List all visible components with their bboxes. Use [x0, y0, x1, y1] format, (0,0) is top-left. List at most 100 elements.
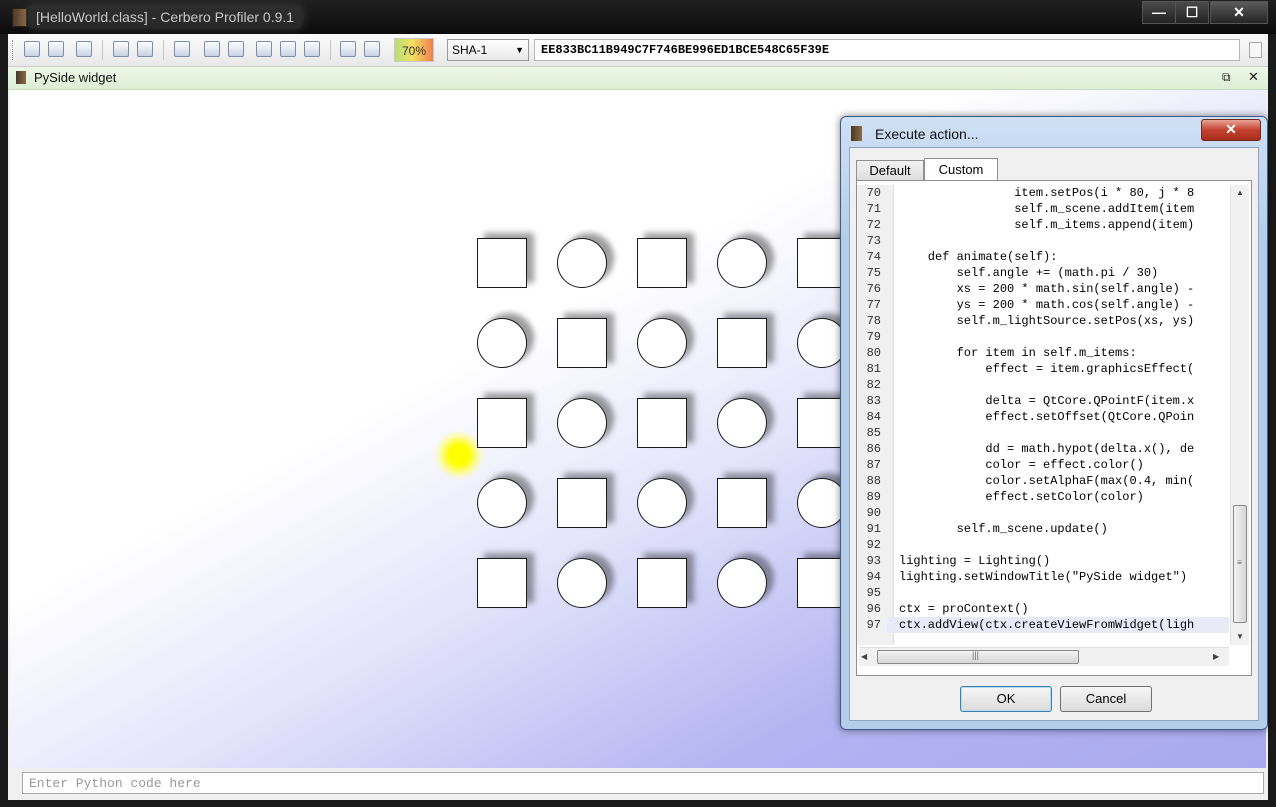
python-code-input[interactable]: Enter Python code here [22, 772, 1264, 794]
circle-shape [717, 558, 767, 608]
code-editor[interactable]: 70 item.setPos(i * 80, j * 8 71 self.m_sc… [857, 185, 1229, 645]
tab-default[interactable]: Default [856, 160, 924, 180]
code-line: 77 ys = 200 * math.cos(self.angle) - [857, 297, 1229, 313]
code-text: def animate(self): [899, 250, 1058, 264]
settings-gear-icon[interactable] [113, 41, 129, 57]
line-number: 72 [857, 217, 887, 233]
minimize-button[interactable]: — [1142, 1, 1176, 24]
cancel-button[interactable]: Cancel [1060, 686, 1152, 712]
ok-button[interactable]: OK [960, 686, 1052, 712]
code-line: 81 effect = item.graphicsEffect( [857, 361, 1229, 377]
save-icon[interactable] [48, 41, 64, 57]
scroll-up-icon[interactable]: ▲ [1231, 185, 1249, 201]
window-title: [HelloWorld.class] - Cerbero Profiler 0.… [28, 6, 303, 28]
export-icon[interactable] [76, 41, 92, 57]
line-number: 80 [857, 345, 887, 361]
line-number: 91 [857, 521, 887, 537]
vertical-scrollbar[interactable]: ▲ ≡ ▼ [1230, 185, 1249, 645]
maximize-button[interactable]: ☐ [1175, 1, 1209, 24]
code-text: ctx.addView(ctx.createViewFromWidget(lig… [899, 618, 1195, 632]
line-number: 92 [857, 537, 887, 553]
toolbar-separator [102, 40, 103, 60]
line-number: 87 [857, 457, 887, 473]
scroll-down-icon[interactable]: ▼ [1231, 629, 1249, 645]
tools-icon[interactable] [137, 41, 153, 57]
code-line: 82 [857, 377, 1229, 393]
toolbar-separator [163, 40, 164, 60]
window-layout-icon[interactable] [174, 41, 190, 57]
scroll-right-icon[interactable]: ▶ [1213, 649, 1219, 665]
horizontal-scroll-thumb[interactable]: ||| [877, 650, 1079, 664]
tab-custom[interactable]: Custom [924, 158, 998, 180]
refresh-layout-icon[interactable] [228, 41, 244, 57]
zoom-level[interactable]: 70% [394, 38, 434, 62]
square-shape [717, 478, 767, 528]
horizontal-scrollbar[interactable]: ◀ ||| ▶ [859, 647, 1229, 666]
code-line: 79 [857, 329, 1229, 345]
remove-view-icon[interactable] [304, 41, 320, 57]
edit-script-icon[interactable] [364, 41, 380, 57]
square-shape [477, 558, 527, 608]
code-line: 71 self.m_scene.addItem(item [857, 201, 1229, 217]
code-line: 88 color.setAlphaF(max(0.4, min( [857, 473, 1229, 489]
line-number: 76 [857, 281, 887, 297]
line-number: 94 [857, 569, 887, 585]
code-line: 72 self.m_items.append(item) [857, 217, 1229, 233]
grip-icon: ||| [972, 650, 980, 660]
float-widget-icon[interactable]: ⧉ [1222, 70, 1231, 85]
vertical-scroll-thumb[interactable]: ≡ [1233, 505, 1247, 623]
circle-shape [637, 318, 687, 368]
close-window-button[interactable]: ✕ [1210, 1, 1268, 24]
widget-title: PySide widget [34, 70, 117, 85]
hash-algorithm-select[interactable]: SHA-1 ▼ [447, 39, 529, 61]
python-script-icon[interactable] [340, 41, 356, 57]
scroll-left-icon[interactable]: ◀ [861, 649, 867, 665]
title-bar: [HelloWorld.class] - Cerbero Profiler 0.… [0, 0, 1276, 34]
square-shape [637, 398, 687, 448]
code-line: 86 dd = math.hypot(delta.x(), de [857, 441, 1229, 457]
toolbar: 70% SHA-1 ▼ EE833BC11B949C7F746BE996ED1B… [8, 34, 1268, 67]
chevron-down-icon: ▼ [515, 45, 524, 55]
line-number: 95 [857, 585, 887, 601]
code-text: self.angle += (math.pi / 30) [899, 266, 1159, 280]
code-text: self.m_scene.update() [899, 522, 1108, 536]
dialog-close-button[interactable]: ✕ [1201, 119, 1261, 141]
code-text: self.m_scene.addItem(item [899, 202, 1195, 216]
line-number: 88 [857, 473, 887, 489]
open-file-icon[interactable] [24, 41, 40, 57]
line-number: 81 [857, 361, 887, 377]
hash-value-field[interactable]: EE833BC11B949C7F746BE996ED1BCE548C65F39E [534, 39, 1240, 61]
line-number: 79 [857, 329, 887, 345]
execute-action-dialog: Execute action... ✕ Default Custom 70 it… [840, 116, 1268, 730]
line-number: 93 [857, 553, 887, 569]
code-line: 87 color = effect.color() [857, 457, 1229, 473]
circle-shape [717, 238, 767, 288]
code-line: 97 ctx.addView(ctx.createViewFromWidget(l… [857, 617, 1229, 633]
add-view-icon[interactable] [280, 41, 296, 57]
document-icon[interactable] [1249, 42, 1262, 58]
close-widget-icon[interactable]: ✕ [1248, 69, 1259, 85]
code-line: 91 self.m_scene.update() [857, 521, 1229, 537]
code-line: 70 item.setPos(i * 80, j * 8 [857, 185, 1229, 201]
toolbar-grip[interactable] [12, 40, 16, 60]
square-shape [717, 318, 767, 368]
code-line: 90 [857, 505, 1229, 521]
line-number: 78 [857, 313, 887, 329]
line-number: 89 [857, 489, 887, 505]
custom-tab-panel: 70 item.setPos(i * 80, j * 8 71 self.m_sc… [856, 180, 1252, 676]
code-line: 95 [857, 585, 1229, 601]
hash-algorithm-value: SHA-1 [452, 43, 488, 57]
square-shape [557, 478, 607, 528]
save-layout-icon[interactable] [204, 41, 220, 57]
code-line: 84 effect.setOffset(QtCore.QPoin [857, 409, 1229, 425]
line-number: 82 [857, 377, 887, 393]
code-line: 94 lighting.setWindowTitle("PySide widget… [857, 569, 1229, 585]
toolbar-separator [330, 40, 331, 60]
app-book-icon [12, 8, 27, 27]
circle-shape [477, 318, 527, 368]
zoom-search-icon[interactable] [256, 41, 272, 57]
code-line: 76 xs = 200 * math.sin(self.angle) - [857, 281, 1229, 297]
code-line: 92 [857, 537, 1229, 553]
dialog-client: Default Custom 70 item.setPos(i * 80, j … [849, 147, 1259, 721]
circle-shape [717, 398, 767, 448]
